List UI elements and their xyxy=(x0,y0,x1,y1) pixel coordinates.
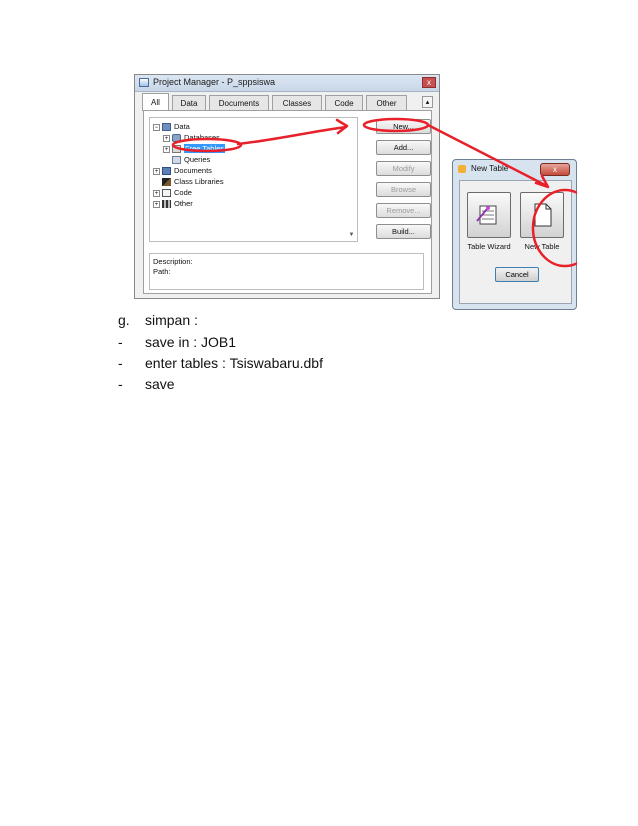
step-g: g. simpan : xyxy=(118,312,198,328)
expand-icon[interactable]: + xyxy=(153,167,160,175)
query-icon xyxy=(172,156,181,165)
table-wizard-button[interactable] xyxy=(467,192,511,238)
dialog-body: Table Wizard New Table Cancel xyxy=(459,180,572,304)
expand-icon[interactable]: + xyxy=(153,200,160,208)
build-button[interactable]: Build... xyxy=(376,224,431,239)
app-icon xyxy=(139,78,149,87)
remove-button[interactable]: Remove... xyxy=(376,203,431,218)
tab-code[interactable]: Code xyxy=(325,95,363,110)
tab-classes[interactable]: Classes xyxy=(272,95,322,110)
step-text: enter tables : Tsiswabaru.dbf xyxy=(145,355,323,371)
table-wizard-label: Table Wizard xyxy=(467,242,511,251)
tree-item-databases[interactable]: + Databases xyxy=(163,132,220,143)
tab-other[interactable]: Other xyxy=(366,95,407,110)
title-bar: Project Manager - P_sppsiswa x xyxy=(135,75,439,92)
bullet-dash: - xyxy=(118,334,123,350)
close-button[interactable]: x xyxy=(422,77,436,88)
step-save: - save xyxy=(118,376,175,392)
expand-icon[interactable]: + xyxy=(163,145,170,153)
step-text: save xyxy=(145,376,175,392)
project-manager-window: Project Manager - P_sppsiswa x All Data … xyxy=(134,74,440,299)
description-panel: Description: Path: xyxy=(149,253,424,290)
tree-item-free-tables[interactable]: + Free Tables xyxy=(163,143,226,154)
tab-content: − Data + Databases + Free Tables Queries + D… xyxy=(143,110,432,294)
expand-icon[interactable]: + xyxy=(153,189,160,197)
tree-label-selected: Free Tables xyxy=(184,144,226,153)
code-icon xyxy=(162,189,171,198)
step-enter-tables: - enter tables : Tsiswabaru.dbf xyxy=(118,355,323,371)
description-label: Description: xyxy=(153,257,193,266)
other-icon xyxy=(162,200,171,209)
step-text: save in : JOB1 xyxy=(145,334,237,350)
expand-icon[interactable]: + xyxy=(163,134,170,142)
cancel-button[interactable]: Cancel xyxy=(495,267,539,282)
tab-data[interactable]: Data xyxy=(172,95,206,110)
window-title: Project Manager - P_sppsiswa xyxy=(153,77,276,87)
scroll-down-icon[interactable]: ▼ xyxy=(347,231,356,240)
tree-item-other[interactable]: + Other xyxy=(153,198,193,209)
collapse-icon[interactable]: − xyxy=(153,123,160,131)
tree-label: Other xyxy=(174,199,193,208)
table-wizard-icon xyxy=(476,205,497,225)
step-g-marker: g. xyxy=(118,312,130,328)
tab-documents[interactable]: Documents xyxy=(209,95,269,110)
add-button[interactable]: Add... xyxy=(376,140,431,155)
tree-label: Documents xyxy=(174,166,212,175)
path-label: Path: xyxy=(153,267,171,276)
new-document-icon xyxy=(534,203,552,227)
new-table-dialog: New Table x Table Wizard New Table Cance… xyxy=(452,159,577,310)
class-libraries-icon xyxy=(162,178,171,187)
database-icon xyxy=(172,134,181,143)
dialog-close-button[interactable]: x xyxy=(540,163,570,176)
new-table-button[interactable] xyxy=(520,192,564,238)
tree-label: Databases xyxy=(184,133,220,142)
new-button[interactable]: New... xyxy=(376,119,431,134)
screenshot-figure: Project Manager - P_sppsiswa x All Data … xyxy=(134,74,577,310)
tree-label: Data xyxy=(174,122,190,131)
project-tree[interactable]: − Data + Databases + Free Tables Queries + D… xyxy=(149,117,358,242)
table-icon xyxy=(172,145,181,154)
new-table-label: New Table xyxy=(524,242,560,251)
tab-all[interactable]: All xyxy=(142,93,169,111)
documents-icon xyxy=(162,167,171,176)
tree-item-code[interactable]: + Code xyxy=(153,187,192,198)
browse-button[interactable]: Browse xyxy=(376,182,431,197)
tree-item-class-libraries[interactable]: Class Libraries xyxy=(162,176,224,187)
data-icon xyxy=(162,123,171,132)
tree-label: Code xyxy=(174,188,192,197)
bullet-dash: - xyxy=(118,355,123,371)
tree-label: Class Libraries xyxy=(174,177,224,186)
step-save-in: - save in : JOB1 xyxy=(118,334,236,350)
tree-item-data[interactable]: − Data xyxy=(153,121,190,132)
tree-item-documents[interactable]: + Documents xyxy=(153,165,212,176)
modify-button[interactable]: Modify xyxy=(376,161,431,176)
tree-item-queries[interactable]: Queries xyxy=(172,154,210,165)
tab-scroll-button[interactable]: ▴ xyxy=(422,96,433,108)
step-g-text: simpan : xyxy=(145,312,198,328)
tree-label: Queries xyxy=(184,155,211,164)
bullet-dash: - xyxy=(118,376,123,392)
